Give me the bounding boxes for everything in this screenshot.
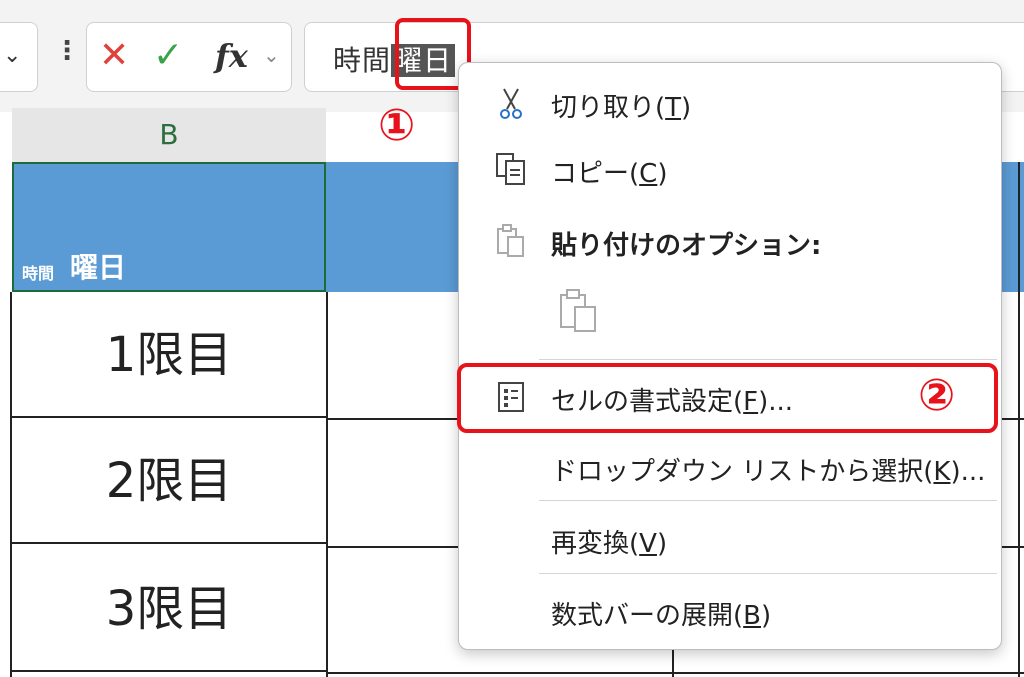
menu-item-label: ドロップダウン リストから選択(K)... — [551, 451, 985, 488]
menu-item-label: 再変換(V) — [551, 523, 667, 560]
cell-text-large: 曜日 — [70, 251, 127, 284]
access-key: T — [665, 93, 682, 123]
label-text: ドロップダウン リストから選択( — [551, 457, 934, 487]
menu-item-reconvert[interactable]: 再変換(V) — [459, 509, 1001, 569]
table-cell[interactable]: 2限目 — [12, 418, 326, 544]
insert-function-icon[interactable]: fx — [215, 37, 248, 75]
menu-item-label: コピー(C) — [551, 153, 667, 190]
paste-icon — [493, 223, 529, 259]
label-text: 切り取り( — [551, 93, 666, 123]
name-box-dropdown[interactable]: ⌄ — [0, 22, 38, 92]
label-suffix: )... — [950, 457, 986, 487]
grid-line — [10, 292, 12, 677]
label-text: コピー( — [551, 159, 640, 189]
menu-item-label: 数式バーの展開(B) — [551, 595, 771, 632]
grid-line — [326, 418, 466, 420]
enter-icon[interactable]: ✓ — [153, 35, 183, 76]
grid-line — [326, 292, 328, 677]
menu-separator — [539, 500, 997, 501]
menu-item-copy[interactable]: コピー(C) — [459, 139, 1001, 199]
label-text: 再変換( — [551, 529, 640, 559]
column-header-b[interactable]: B — [12, 108, 326, 162]
menu-separator — [539, 359, 997, 360]
highlight-box-format-cells — [457, 363, 998, 433]
grid-line — [326, 672, 1024, 674]
grid-line — [326, 546, 466, 548]
label-suffix: ) — [761, 601, 772, 631]
selected-cell-b1[interactable]: 時間 曜日 — [12, 162, 326, 292]
access-key: K — [933, 457, 951, 487]
table-cell[interactable]: 3限目 — [12, 546, 326, 672]
more-options-icon[interactable]: ⋮ — [54, 36, 80, 66]
label-text: 数式バーの展開( — [551, 601, 744, 631]
label-suffix: ) — [681, 93, 692, 123]
menu-separator — [539, 573, 997, 574]
access-key: V — [639, 529, 657, 559]
grid-line — [1000, 418, 1024, 420]
menu-item-cut[interactable]: 切り取り(T) — [459, 73, 1001, 133]
menu-item-expand-formula-bar[interactable]: 数式バーの展開(B) — [459, 581, 1001, 641]
step-marker-1: ① — [378, 100, 416, 151]
access-key: B — [743, 601, 761, 631]
paste-button[interactable] — [553, 285, 603, 335]
copy-icon — [493, 151, 529, 187]
label-suffix: ) — [657, 159, 668, 189]
label-suffix: ) — [656, 529, 668, 559]
scissors-icon — [493, 85, 529, 121]
access-key: C — [639, 159, 658, 189]
context-menu: 切り取り(T) コピー(C) 貼り付けのオプション: セルの書式設定(F)...… — [458, 62, 1002, 650]
formula-text-unselected: 時間 — [333, 44, 392, 77]
table-cell[interactable]: 1限目 — [12, 292, 326, 418]
menu-item-dropdown-list[interactable]: ドロップダウン リストから選択(K)... — [459, 437, 1001, 497]
cancel-icon[interactable]: ✕ — [99, 35, 129, 76]
menu-item-paste-options: 貼り付けのオプション: — [459, 211, 1001, 271]
formula-buttons: ✕ ✓ fx ⌄ — [86, 22, 292, 92]
cell-text-small: 時間 — [22, 264, 55, 283]
menu-item-label: 切り取り(T) — [551, 87, 691, 124]
chevron-down-icon[interactable]: ⌄ — [263, 43, 280, 67]
grid-line — [1000, 546, 1024, 548]
step-marker-2: ② — [918, 370, 956, 421]
chevron-down-icon: ⌄ — [3, 43, 22, 68]
menu-item-label: 貼り付けのオプション: — [551, 231, 822, 261]
